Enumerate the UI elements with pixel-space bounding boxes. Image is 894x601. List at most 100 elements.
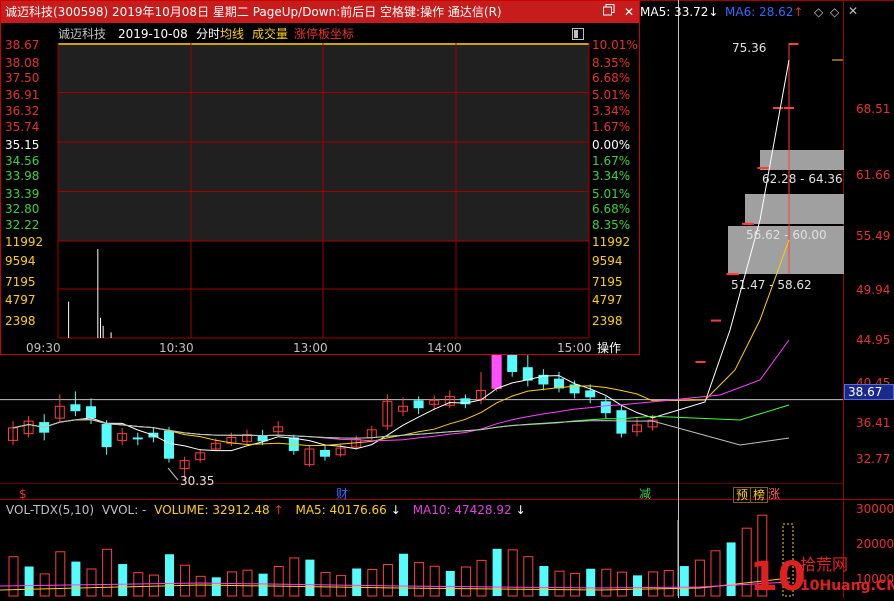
intraday-price-tick: 33.39 <box>5 187 40 201</box>
intraday-volume-tick: 4797 <box>5 293 36 307</box>
candle <box>460 394 471 409</box>
candle <box>413 396 424 415</box>
volume-bar <box>195 575 206 597</box>
candle <box>132 432 143 446</box>
ma10-arrow: ↓ <box>515 503 526 517</box>
intraday-price-tick: 32.80 <box>5 202 40 216</box>
candle <box>335 443 346 457</box>
intraday-time-tick: 15:00 <box>557 341 592 355</box>
volume-bar <box>118 564 128 596</box>
low-price-label: 30.35 <box>180 474 215 488</box>
volume-bar <box>414 562 425 597</box>
chip-range-label: 56.62 - 60.00 <box>746 228 827 242</box>
intraday-price-tick: 38.67 <box>5 38 40 52</box>
high-price-label: 75.36 <box>732 41 767 55</box>
intraday-volume-tick: 9594 <box>5 254 36 268</box>
intraday-price-tick: 35.15 <box>5 138 40 152</box>
volume-bar <box>102 548 113 597</box>
intraday-pct-tick: 3.34% <box>592 169 631 183</box>
intraday-pct-tick: 10.01% <box>592 38 638 52</box>
price-axis-tick: 55.49 <box>856 229 891 243</box>
volume-bar <box>148 574 159 597</box>
close-icon[interactable]: ✕ <box>848 4 858 18</box>
intraday-price-tick: 32.22 <box>5 218 40 232</box>
volume-bar <box>663 569 674 597</box>
volume-legend: VOL-TDX(5,10) VVOL: - VOLUME: 32912.48 ↑ … <box>6 503 534 517</box>
intraday-pct-tick: 3.34% <box>592 104 631 118</box>
intraday-popup-window[interactable]: 诚迈科技(300598) 2019年10月08日 星期二 PageUp/Down… <box>0 0 640 355</box>
ma-header-arrow: ↓ <box>708 5 719 19</box>
ma5-value: MA5: 40176.66 <box>295 503 387 517</box>
candle-body <box>600 401 611 414</box>
indicator-name: VOL-TDX(5,10) <box>6 503 95 517</box>
intraday-time-tick: 13:00 <box>293 341 328 355</box>
volume-bar <box>616 571 627 597</box>
volume-bar <box>633 575 642 596</box>
chip-range-label: 51.47 - 58.62 <box>731 278 812 292</box>
ops-button[interactable]: 操作 <box>597 339 621 356</box>
ma-header-item: MA6: 28.62↑ <box>725 5 804 19</box>
candle-body <box>164 430 174 459</box>
intraday-price-tick: 35.74 <box>5 120 40 134</box>
volume-bar <box>648 571 659 597</box>
diamond-icon[interactable]: ◇ <box>830 5 839 19</box>
ma-header-item: MA5: 33.72↓ <box>640 5 719 19</box>
price-axis-tick: 44.95 <box>856 333 891 347</box>
volume-bar <box>429 565 440 597</box>
volume-bar <box>320 571 331 597</box>
volume-bar <box>601 568 612 597</box>
intraday-pct-tick: 0.00% <box>592 138 631 152</box>
volume-bar <box>694 559 705 597</box>
intraday-pct-tick: 6.68% <box>592 71 631 85</box>
candle <box>70 391 81 417</box>
candle <box>101 420 112 455</box>
volume-bar <box>710 550 721 597</box>
intraday-price-tick: 38.08 <box>5 56 40 70</box>
intraday-time-tick: 14:00 <box>427 341 462 355</box>
intraday-time-tick: 10:30 <box>159 341 194 355</box>
volume-bar <box>726 542 736 596</box>
volume-bar <box>211 577 221 596</box>
intraday-volume-tick: 7195 <box>592 275 623 289</box>
volume-bar <box>367 568 378 597</box>
volume-bar <box>586 568 596 596</box>
intraday-pct-tick: 5.01% <box>592 88 631 102</box>
candle <box>304 445 315 467</box>
event-badge[interactable]: 预 <box>733 487 752 503</box>
volume-bar <box>242 569 253 597</box>
intraday-pct-tick: 1.67% <box>592 154 631 168</box>
candle <box>538 369 549 391</box>
intraday-price-tick: 34.56 <box>5 154 40 168</box>
price-axis-tick: 61.66 <box>856 168 891 182</box>
watermark-site: 10Huang.CN <box>800 578 894 594</box>
event-badge[interactable]: 涨 <box>766 487 782 501</box>
volume-bar <box>352 568 362 596</box>
candle-body <box>101 424 112 448</box>
volume-bar <box>273 566 284 597</box>
candle <box>273 421 284 436</box>
event-badge[interactable]: 财 <box>334 487 350 501</box>
volume-bar <box>523 556 534 597</box>
event-badge[interactable]: $ <box>17 487 29 501</box>
intraday-pct-tick: 8.35% <box>592 56 631 70</box>
vvol-value: VVOL: - <box>101 503 147 517</box>
event-badge[interactable]: 减 <box>637 487 653 501</box>
volume-bar <box>476 559 487 597</box>
price-axis-tick: 68.51 <box>856 102 891 116</box>
candle <box>195 449 206 463</box>
intraday-volume-tick: 2398 <box>5 314 36 328</box>
intraday-volume-tick: 9594 <box>592 254 623 268</box>
intraday-price-tick: 36.32 <box>5 104 40 118</box>
volume-bar <box>289 557 300 597</box>
volume-bar <box>86 568 97 597</box>
candle-body <box>86 406 96 419</box>
diamond-icon[interactable]: ◇ <box>814 5 823 19</box>
candle <box>23 416 34 438</box>
candle <box>164 426 174 463</box>
intraday-price-tick: 33.98 <box>5 169 40 183</box>
volume-bar <box>180 564 191 597</box>
candle-body <box>320 449 330 457</box>
intraday-volume-tick: 4797 <box>592 293 623 307</box>
intraday-chart <box>57 43 590 339</box>
candle <box>117 427 128 446</box>
